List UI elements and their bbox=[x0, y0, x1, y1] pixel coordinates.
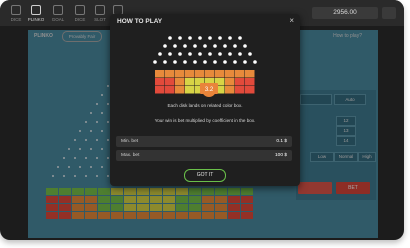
illustration-box bbox=[155, 78, 165, 86]
illustration-peg bbox=[163, 44, 167, 48]
max-bet-row: Max. bet 100 $ bbox=[116, 150, 292, 161]
max-bet-label: Max. bet bbox=[121, 153, 140, 158]
illustration-box bbox=[195, 70, 205, 78]
illustration-box bbox=[185, 78, 195, 86]
slot-icon bbox=[95, 5, 105, 15]
illustration-box bbox=[165, 70, 175, 78]
illustration-box bbox=[155, 70, 165, 78]
illustration-peg bbox=[168, 36, 172, 40]
illustration-peg bbox=[193, 60, 197, 64]
illustration-peg bbox=[188, 52, 192, 56]
illustration-peg bbox=[208, 52, 212, 56]
app-window: DICE PLINKO GOAL DICE SLOT MINES 2956.00… bbox=[0, 0, 404, 240]
illustration-peg bbox=[163, 60, 167, 64]
nav-plinko[interactable]: PLINKO bbox=[26, 3, 46, 23]
illustration-peg bbox=[173, 60, 177, 64]
illustration-box bbox=[155, 86, 165, 94]
illustration-peg bbox=[183, 60, 187, 64]
nav-slot[interactable]: SLOT bbox=[90, 3, 110, 23]
multiplier-value: 3.2 bbox=[205, 87, 214, 93]
illustration-peg bbox=[208, 36, 212, 40]
min-bet-label: Min. bet bbox=[121, 139, 139, 144]
illustration-peg bbox=[198, 36, 202, 40]
min-bet-row: Min. bet 0.1 $ bbox=[116, 136, 292, 147]
illustration-peg bbox=[203, 44, 207, 48]
min-bet-value: 0.1 $ bbox=[276, 139, 287, 144]
illustration-box bbox=[175, 70, 185, 78]
got-it-button[interactable]: GOT IT bbox=[184, 169, 226, 182]
illustration-box bbox=[185, 70, 195, 78]
illustration-box bbox=[175, 78, 185, 86]
illustration-peg bbox=[168, 52, 172, 56]
plinko-illustration: 3.2 bbox=[153, 36, 257, 97]
menu-button[interactable] bbox=[382, 7, 396, 19]
illustration-peg bbox=[193, 44, 197, 48]
illustration-box bbox=[225, 86, 235, 94]
close-icon[interactable]: × bbox=[289, 16, 294, 25]
max-bet-value: 100 $ bbox=[274, 153, 287, 158]
illustration-box bbox=[165, 86, 175, 94]
nav-dice-2[interactable]: DICE bbox=[70, 3, 90, 23]
illustration-peg bbox=[223, 60, 227, 64]
illustration-peg bbox=[203, 60, 207, 64]
illustration-pegs bbox=[153, 36, 257, 64]
illustration-box bbox=[205, 70, 215, 78]
illustration-peg bbox=[198, 52, 202, 56]
dice-icon bbox=[75, 5, 85, 15]
plinko-icon bbox=[31, 5, 41, 15]
illustration-box bbox=[225, 70, 235, 78]
illustration-peg bbox=[218, 52, 222, 56]
modal-title: HOW TO PLAY bbox=[117, 18, 163, 25]
how-to-play-modal: HOW TO PLAY × 3.2 Each disk lands on rel… bbox=[110, 14, 300, 186]
illustration-peg bbox=[228, 36, 232, 40]
illustration-box bbox=[235, 78, 245, 86]
balance-display: 2956.00 bbox=[312, 7, 378, 19]
illustration-peg bbox=[233, 60, 237, 64]
illustration-box bbox=[235, 70, 245, 78]
illustration-peg bbox=[233, 44, 237, 48]
rule-line-1: Each disk lands on related color box. bbox=[167, 103, 243, 108]
illustration-peg bbox=[228, 52, 232, 56]
illustration-peg bbox=[158, 52, 162, 56]
nav-dice[interactable]: DICE bbox=[6, 3, 26, 23]
illustration-box bbox=[175, 86, 185, 94]
illustration-peg bbox=[243, 44, 247, 48]
illustration-box bbox=[185, 86, 195, 94]
illustration-box bbox=[245, 70, 255, 78]
illustration-peg bbox=[213, 44, 217, 48]
illustration-peg bbox=[218, 36, 222, 40]
illustration-peg bbox=[238, 36, 242, 40]
illustration-peg bbox=[223, 44, 227, 48]
illustration-peg bbox=[178, 36, 182, 40]
illustration-box bbox=[245, 78, 255, 86]
goal-icon bbox=[53, 5, 63, 15]
illustration-peg bbox=[173, 44, 177, 48]
nav-goal[interactable]: GOAL bbox=[48, 3, 68, 23]
illustration-box bbox=[225, 78, 235, 86]
illustration-peg bbox=[213, 60, 217, 64]
illustration-box bbox=[235, 86, 245, 94]
illustration-box bbox=[165, 78, 175, 86]
illustration-peg bbox=[183, 44, 187, 48]
illustration-peg bbox=[178, 52, 182, 56]
dice-icon bbox=[11, 5, 21, 15]
illustration-peg bbox=[238, 52, 242, 56]
illustration-peg bbox=[153, 60, 157, 64]
illustration-box bbox=[245, 86, 255, 94]
illustration-peg bbox=[253, 60, 257, 64]
illustration-peg bbox=[248, 52, 252, 56]
illustration-peg bbox=[188, 36, 192, 40]
illustration-peg bbox=[243, 60, 247, 64]
illustration-box bbox=[215, 70, 225, 78]
rule-line-2: Your win is bet multiplied by coefficien… bbox=[154, 118, 256, 123]
